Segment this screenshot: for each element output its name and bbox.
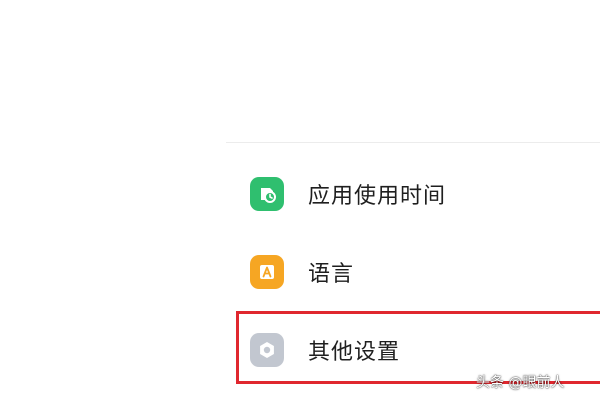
settings-item-language[interactable]: 语言 — [226, 233, 600, 311]
blank-header-area — [0, 0, 600, 140]
settings-item-app-usage-time[interactable]: 应用使用时间 — [226, 155, 600, 233]
language-icon — [250, 255, 284, 289]
app-usage-time-icon — [250, 177, 284, 211]
settings-list: 应用使用时间 语言 其他设置 — [226, 143, 600, 400]
settings-item-label: 其他设置 — [308, 340, 401, 365]
settings-item-label: 应用使用时间 — [308, 184, 447, 209]
other-settings-icon — [250, 333, 284, 367]
watermark: 头条 @眼前人 — [476, 375, 565, 391]
settings-item-label: 语言 — [308, 262, 355, 287]
